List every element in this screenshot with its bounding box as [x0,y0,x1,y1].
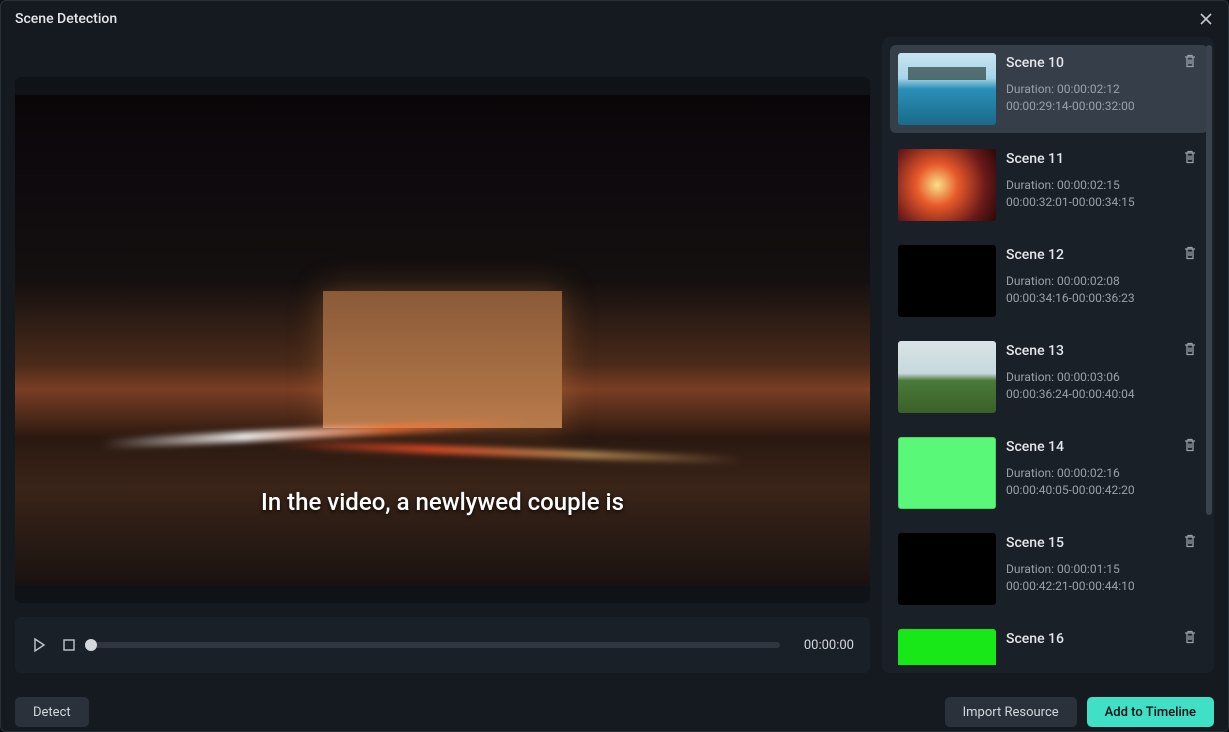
detect-button[interactable]: Detect [15,697,89,727]
scene-info: Scene 15 Duration: 00:00:01:15 00:00:42:… [1006,533,1200,605]
trash-icon[interactable] [1182,149,1198,165]
scene-item[interactable]: Scene 12 Duration: 00:00:02:08 00:00:34:… [890,237,1208,325]
play-icon[interactable] [31,637,47,653]
scene-thumbnail [898,437,996,509]
scene-thumbnail [898,629,996,665]
scene-duration: Duration: 00:00:02:12 [1006,81,1200,98]
scene-range: 00:00:42:21-00:00:44:10 [1006,578,1200,595]
preview-frame: In the video, a newlywed couple is [15,95,870,585]
scene-duration: Duration: 00:00:02:08 [1006,273,1200,290]
scene-info: Scene 14 Duration: 00:00:02:16 00:00:40:… [1006,437,1200,509]
trash-icon[interactable] [1182,245,1198,261]
trash-icon[interactable] [1182,533,1198,549]
scene-name: Scene 15 [1006,535,1200,551]
scene-name: Scene 12 [1006,247,1200,263]
trash-icon[interactable] [1182,437,1198,453]
scene-info: Scene 12 Duration: 00:00:02:08 00:00:34:… [1006,245,1200,317]
import-resource-button[interactable]: Import Resource [945,697,1077,727]
trash-icon[interactable] [1182,341,1198,357]
scene-info: Scene 13 Duration: 00:00:03:06 00:00:36:… [1006,341,1200,413]
scene-range: 00:00:29:14-00:00:32:00 [1006,98,1200,115]
scene-name: Scene 16 [1006,631,1200,647]
trash-icon[interactable] [1182,53,1198,69]
scene-thumbnail [898,149,996,221]
right-pane: Scene 10 Duration: 00:00:02:12 00:00:29:… [882,37,1214,673]
add-to-timeline-button[interactable]: Add to Timeline [1087,697,1214,727]
scene-thumbnail [898,53,996,125]
scene-duration: Duration: 00:00:03:06 [1006,369,1200,386]
subtitle-text: In the video, a newlywed couple is [15,488,870,516]
scene-info: Scene 10 Duration: 00:00:02:12 00:00:29:… [1006,53,1200,125]
scene-item[interactable]: Scene 15 Duration: 00:00:01:15 00:00:42:… [890,525,1208,613]
scrollbar[interactable] [1206,45,1212,515]
scene-name: Scene 10 [1006,55,1200,71]
footer: Detect Import Resource Add to Timeline [1,687,1228,731]
close-icon[interactable] [1198,11,1214,27]
window-title: Scene Detection [15,11,117,27]
scene-item[interactable]: Scene 10 Duration: 00:00:02:12 00:00:29:… [890,45,1208,133]
titlebar: Scene Detection [1,1,1228,37]
scene-thumbnail [898,245,996,317]
scene-name: Scene 11 [1006,151,1200,167]
scene-thumbnail [898,341,996,413]
stop-icon[interactable] [61,637,77,653]
video-preview[interactable]: In the video, a newlywed couple is [15,77,870,603]
playback-bar: 00:00:00 [15,617,870,673]
seek-slider[interactable] [91,642,780,648]
scene-item[interactable]: Scene 11 Duration: 00:00:02:15 00:00:32:… [890,141,1208,229]
scene-thumbnail [898,533,996,605]
scene-detection-window: Scene Detection In the video, a newlywed… [0,0,1229,732]
body: In the video, a newlywed couple is 00:00… [1,37,1228,687]
scene-range: 00:00:34:16-00:00:36:23 [1006,290,1200,307]
seek-thumb[interactable] [85,639,97,651]
scene-scroll[interactable]: Scene 10 Duration: 00:00:02:12 00:00:29:… [890,45,1208,665]
scene-range: 00:00:40:05-00:00:42:20 [1006,482,1200,499]
scene-range: 00:00:36:24-00:00:40:04 [1006,386,1200,403]
left-pane: In the video, a newlywed couple is 00:00… [15,37,870,673]
scene-info: Scene 16 [1006,629,1200,665]
trash-icon[interactable] [1182,629,1198,645]
scene-duration: Duration: 00:00:02:16 [1006,465,1200,482]
scene-duration: Duration: 00:00:02:15 [1006,177,1200,194]
scene-item[interactable]: Scene 14 Duration: 00:00:02:16 00:00:40:… [890,429,1208,517]
scene-name: Scene 13 [1006,343,1200,359]
scene-duration: Duration: 00:00:01:15 [1006,561,1200,578]
scene-name: Scene 14 [1006,439,1200,455]
scene-range: 00:00:32:01-00:00:34:15 [1006,194,1200,211]
scene-list: Scene 10 Duration: 00:00:02:12 00:00:29:… [882,37,1214,673]
scene-item[interactable]: Scene 16 [890,621,1208,665]
scene-item[interactable]: Scene 13 Duration: 00:00:03:06 00:00:36:… [890,333,1208,421]
playback-time: 00:00:00 [804,638,854,653]
scene-info: Scene 11 Duration: 00:00:02:15 00:00:32:… [1006,149,1200,221]
